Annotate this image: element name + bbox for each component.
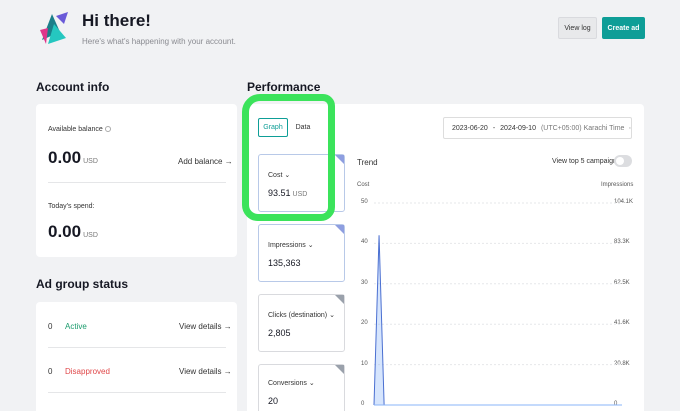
series-line-cost bbox=[373, 235, 622, 406]
highlight-annotation bbox=[242, 94, 335, 221]
trend-chart bbox=[373, 202, 622, 406]
series-area-cost bbox=[374, 235, 622, 405]
